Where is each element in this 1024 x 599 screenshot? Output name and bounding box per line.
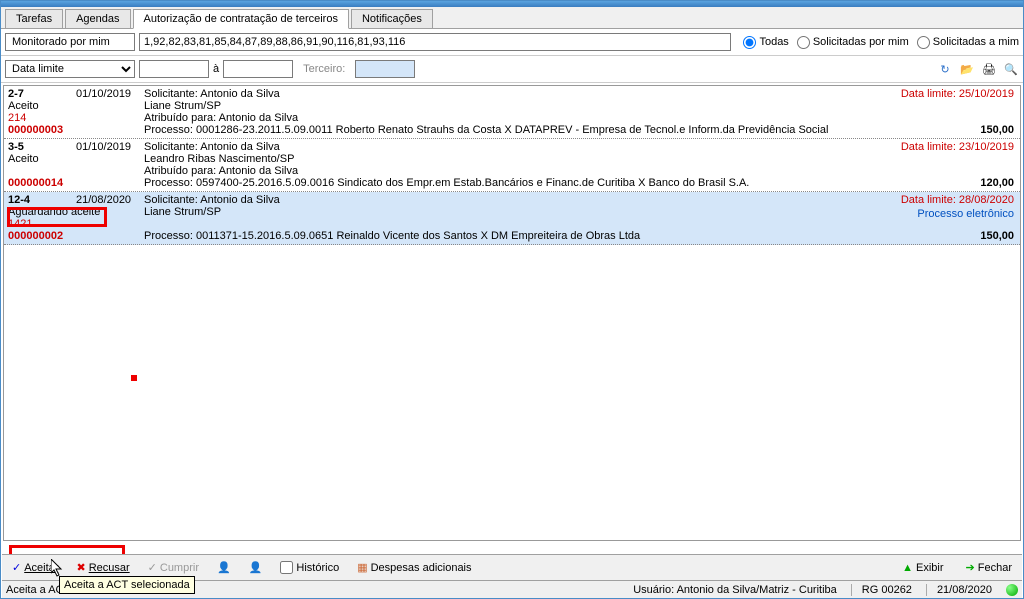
table-row-selected[interactable]: 12-421/08/2020Solicitante: Antonio da Si…	[4, 192, 1020, 245]
tab-notificacoes[interactable]: Notificações	[351, 9, 433, 28]
row-status: Aceito	[8, 100, 76, 112]
filter-bar-2: Data limite à Terceiro: ↻ 📂 🖨 🔍	[1, 56, 1023, 83]
status-rg: RG 00262	[851, 584, 912, 596]
table-row[interactable]: 2-701/10/2019Solicitante: Antonio da Sil…	[4, 86, 1020, 139]
despesas-label: Despesas adicionais	[371, 562, 472, 574]
row-amount: 120,00	[980, 177, 1014, 189]
row-person: Leandro Ribas Nascimento/SP	[144, 153, 1016, 165]
row-limit-date: Data limite: 25/10/2019	[901, 88, 1014, 100]
radio-por-mim-label: Solicitadas por mim	[813, 36, 909, 48]
radio-por-mim[interactable]: Solicitadas por mim	[797, 36, 909, 49]
folder-open-icon[interactable]: 📂	[959, 61, 975, 77]
date-type-combo[interactable]: Data limite	[5, 60, 135, 78]
radio-todas[interactable]: Todas	[743, 36, 788, 49]
recusar-button[interactable]: ✖ Recusar	[72, 559, 133, 576]
row-processo: Processo: 0001286-23.2011.5.09.0011 Robe…	[144, 124, 1016, 136]
row-id: 3-5	[8, 141, 76, 153]
tab-bar: Tarefas Agendas Autorização de contrataç…	[1, 7, 1023, 29]
check-icon: ✓	[148, 561, 157, 574]
date-from-input[interactable]	[139, 60, 209, 78]
historico-button[interactable]: Histórico	[276, 559, 343, 576]
despesas-button[interactable]: ▦ Despesas adicionais	[353, 559, 475, 576]
row-seq: 000000002	[8, 230, 144, 242]
row-processo: Processo: 0597400-25.2016.5.09.0016 Sind…	[144, 177, 1016, 189]
exibir-button[interactable]: ▲Exibir	[898, 559, 947, 576]
tab-autorizacao[interactable]: Autorização de contratação de terceiros	[133, 9, 349, 29]
row-amount: 150,00	[980, 124, 1014, 136]
row-processo: Processo: 0011371-15.2016.5.09.0651 Rein…	[144, 230, 1016, 242]
radio-a-mim[interactable]: Solicitadas a mim	[917, 36, 1019, 49]
row-assigned: Atribuído para: Antonio da Silva	[144, 165, 1016, 177]
cursor-icon	[51, 559, 65, 579]
row-date: 01/10/2019	[76, 141, 144, 153]
row-person: Liane Strum/SP	[144, 100, 1016, 112]
radio-a-mim-input[interactable]	[917, 36, 930, 49]
status-date: 21/08/2020	[926, 584, 992, 596]
row-limit-date: Data limite: 28/08/2020	[901, 194, 1014, 206]
fechar-label: Fechar	[978, 562, 1012, 574]
arrow-right-icon: ➔	[966, 561, 975, 574]
refresh-icon[interactable]: ↻	[937, 61, 953, 77]
marker-annotation	[131, 375, 137, 381]
toolbar-icons: ↻ 📂 🖨 🔍	[937, 61, 1019, 77]
cumprir-button: ✓Cumprir	[144, 559, 203, 576]
fechar-button[interactable]: ➔Fechar	[962, 559, 1016, 576]
filter-radios: Todas Solicitadas por mim Solicitadas a …	[743, 36, 1019, 49]
search-icon[interactable]: 🔍	[1003, 61, 1019, 77]
terceiro-label: Terceiro:	[297, 63, 351, 75]
radio-por-mim-input[interactable]	[797, 36, 810, 49]
triangle-up-icon: ▲	[902, 562, 913, 574]
row-date: 01/10/2019	[76, 88, 144, 100]
grid-icon: ▦	[357, 561, 367, 574]
terceiro-input[interactable]	[355, 60, 415, 78]
row-assigned: Atribuído para: Antonio da Silva	[144, 112, 1016, 124]
table-row[interactable]: 3-501/10/2019Solicitante: Antonio da Sil…	[4, 139, 1020, 192]
exibir-label: Exibir	[916, 562, 944, 574]
row-limit-date: Data limite: 23/10/2019	[901, 141, 1014, 153]
monitor-ids-input[interactable]	[139, 33, 731, 51]
person-remove-icon: 👤	[245, 559, 267, 576]
row-solicitante: Solicitante: Antonio da Silva	[144, 141, 1016, 153]
radio-todas-label: Todas	[759, 36, 788, 48]
print-icon[interactable]: 🖨	[981, 61, 997, 77]
check-icon: ✓	[12, 561, 21, 574]
filter-bar-1: Monitorado por mim Todas Solicitadas por…	[1, 29, 1023, 56]
tooltip: Aceita a ACT selecionada	[59, 576, 195, 594]
radio-todas-input[interactable]	[743, 36, 756, 49]
tab-tarefas[interactable]: Tarefas	[5, 9, 63, 28]
historico-label: Histórico	[296, 562, 339, 574]
row-status: Aceito	[8, 153, 76, 165]
row-person: Liane Strum/SP	[144, 206, 1016, 218]
row-code: 214	[8, 112, 76, 124]
date-separator: à	[213, 63, 219, 75]
row-seq: 000000003	[8, 124, 144, 136]
x-icon: ✖	[76, 561, 85, 574]
row-electronic: Processo eletrônico	[917, 208, 1014, 220]
connection-status-icon	[1006, 584, 1018, 596]
row-seq: 000000014	[8, 177, 144, 189]
highlight-annotation	[7, 207, 107, 227]
radio-a-mim-label: Solicitadas a mim	[933, 36, 1019, 48]
row-solicitante: Solicitante: Antonio da Silva	[144, 88, 1016, 100]
tab-agendas[interactable]: Agendas	[65, 9, 130, 28]
cumprir-label: Cumprir	[160, 562, 199, 574]
status-user: Usuário: Antonio da Silva/Matriz - Curit…	[633, 584, 837, 596]
act-list: 2-701/10/2019Solicitante: Antonio da Sil…	[3, 85, 1021, 541]
status-hint: Aceita a AC	[6, 584, 63, 596]
row-date: 21/08/2020	[76, 194, 144, 206]
monitor-label: Monitorado por mim	[5, 33, 135, 51]
person-add-icon: 👤	[213, 559, 235, 576]
row-amount: 150,00	[980, 230, 1014, 242]
date-to-input[interactable]	[223, 60, 293, 78]
row-id: 12-4	[8, 194, 76, 206]
row-solicitante: Solicitante: Antonio da Silva	[144, 194, 1016, 206]
recusar-label: Recusar	[89, 562, 130, 574]
historico-checkbox[interactable]	[280, 561, 293, 574]
row-id: 2-7	[8, 88, 76, 100]
